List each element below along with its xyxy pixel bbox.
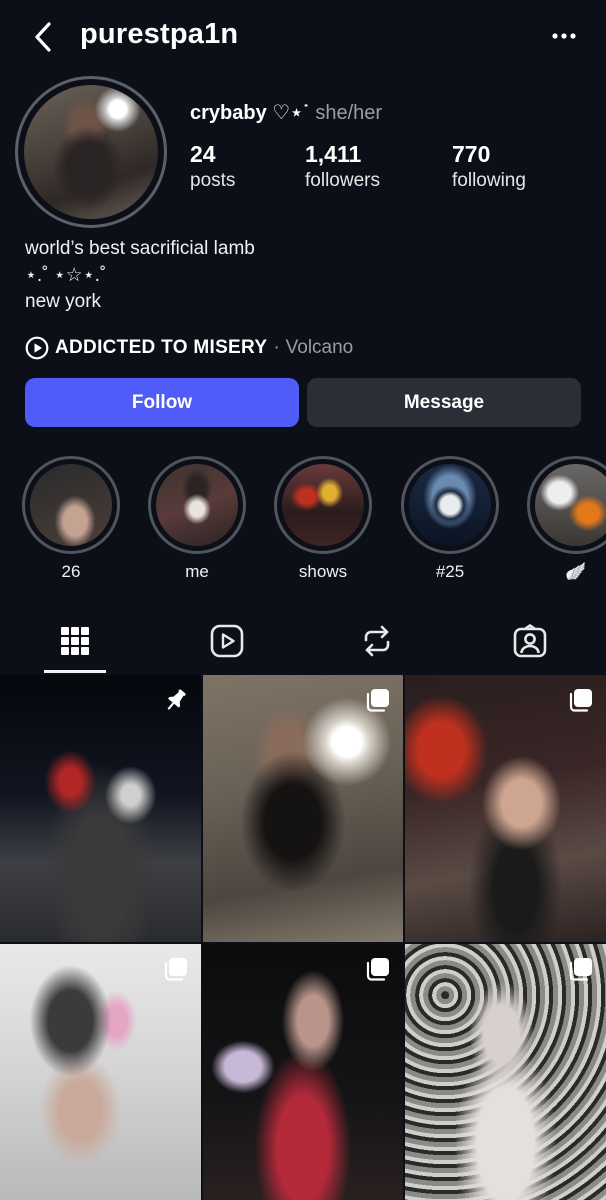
story-highlight[interactable]: 26 [22, 456, 120, 584]
stat-following[interactable]: 770 following [452, 140, 526, 194]
tab-grid[interactable] [42, 612, 108, 670]
play-circle-icon [25, 336, 49, 360]
carousel-icon [164, 958, 187, 981]
active-tab-indicator [44, 670, 106, 673]
top-bar: purestpa1n [0, 0, 606, 76]
avatar-image [24, 85, 158, 219]
bio-line: world’s best sacrificial lamb [25, 238, 255, 259]
stat-following-value: 770 [452, 141, 491, 167]
grid-icon [61, 627, 89, 655]
story-highlight[interactable]: me [148, 456, 246, 584]
profile-bio: world’s best sacrificial lamb ⋆.˚ ⋆☆⋆.˚ … [25, 236, 255, 316]
reels-icon [210, 624, 244, 658]
music-separator: · [273, 337, 280, 358]
profile-avatar[interactable] [15, 76, 167, 228]
stat-followers-value: 1,411 [305, 141, 362, 167]
post-thumbnail[interactable] [405, 944, 606, 1200]
message-button[interactable]: Message [307, 378, 581, 427]
chevron-left-icon [35, 22, 51, 52]
back-button[interactable] [26, 18, 60, 56]
highlight-label: #25 [435, 562, 465, 581]
stat-posts: 24 posts [190, 140, 235, 194]
post-thumbnail[interactable] [203, 944, 403, 1200]
carousel-icon [366, 958, 389, 981]
stat-followers[interactable]: 1,411 followers [305, 140, 380, 194]
more-options-button[interactable] [548, 22, 580, 50]
tab-tagged[interactable] [497, 612, 563, 670]
pronouns: she/her [315, 102, 383, 124]
music-artist: Volcano [285, 337, 354, 358]
highlight-cover [409, 464, 491, 546]
post-thumbnail[interactable] [0, 944, 201, 1200]
repost-icon [364, 625, 390, 657]
highlight-ring [401, 456, 499, 554]
post-thumbnail[interactable] [405, 675, 606, 942]
follow-button[interactable]: Follow [25, 378, 299, 427]
more-horizontal-icon [552, 33, 576, 39]
display-name: crybaby ♡⋆˙ she/her [190, 100, 382, 125]
story-highlight[interactable]: 🪽 [527, 456, 606, 584]
bio-line: ⋆.˚ ⋆☆⋆.˚ [25, 264, 107, 286]
pin-icon [167, 689, 186, 710]
highlight-label: 🪽 [565, 562, 587, 581]
tab-reels[interactable] [194, 612, 260, 670]
stat-following-label: following [452, 170, 526, 191]
highlight-ring [527, 456, 606, 554]
story-highlight[interactable]: shows [274, 456, 372, 584]
post-thumbnail[interactable] [203, 675, 403, 942]
highlight-label: me [185, 562, 209, 581]
carousel-icon [569, 689, 592, 712]
bio-location: new york [25, 291, 102, 312]
highlight-label: 26 [61, 562, 81, 581]
profile-music[interactable]: ADDICTED TO MISERY · Volcano [25, 334, 353, 362]
highlight-cover [156, 464, 238, 546]
tab-reposts[interactable] [344, 612, 410, 670]
highlight-cover [282, 464, 364, 546]
highlight-cover [535, 464, 606, 546]
highlight-label: shows [298, 562, 348, 581]
highlight-ring [22, 456, 120, 554]
profile-tabs [0, 612, 606, 674]
posts-grid [0, 675, 606, 1200]
carousel-icon [569, 958, 592, 981]
highlight-ring [274, 456, 372, 554]
stat-posts-label: posts [190, 170, 236, 191]
story-highlight[interactable]: #25 [401, 456, 499, 584]
tagged-user-icon [513, 624, 547, 658]
stat-posts-value: 24 [190, 141, 216, 167]
stat-followers-label: followers [305, 170, 380, 191]
music-title: ADDICTED TO MISERY [55, 337, 268, 358]
display-name-text: crybaby ♡⋆˙ [190, 102, 310, 124]
highlight-cover [30, 464, 112, 546]
highlight-ring [148, 456, 246, 554]
profile-username: purestpa1n [80, 18, 239, 50]
post-thumbnail[interactable] [0, 675, 201, 942]
carousel-icon [366, 689, 389, 712]
